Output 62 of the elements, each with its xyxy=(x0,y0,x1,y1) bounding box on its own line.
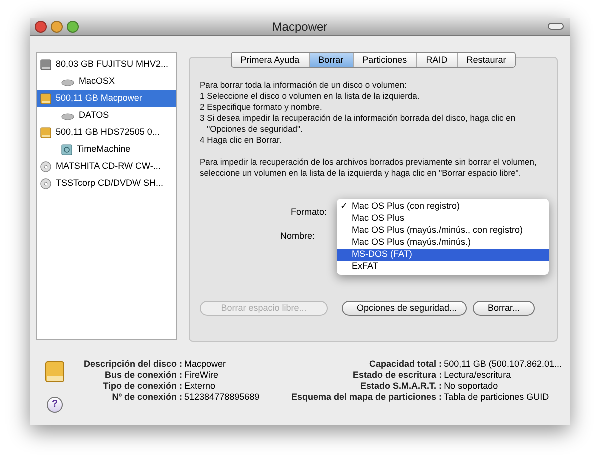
format-label: Formato: xyxy=(290,206,327,219)
close-button[interactable] xyxy=(35,20,47,32)
sidebar-item[interactable]: MacOSX xyxy=(37,73,176,90)
help-button[interactable]: ? xyxy=(47,397,63,413)
time-machine-icon xyxy=(61,144,73,156)
sidebar-item[interactable]: TSSTcorp CD/DVDW SH... xyxy=(37,175,176,192)
toolbar-toggle-button[interactable] xyxy=(548,23,564,30)
optical-disc-icon xyxy=(40,160,52,172)
tab[interactable]: Primera Ayuda xyxy=(232,53,310,67)
info-label: Capacidad total : xyxy=(368,359,442,370)
sidebar-item[interactable]: 500,11 GB Macpower xyxy=(37,90,176,107)
sidebar-item[interactable]: 80,03 GB FUJITSU MHV2... xyxy=(37,56,176,73)
name-label: Nombre: xyxy=(279,230,315,242)
menu-item[interactable]: Mac OS Plus (mayús./minús., con registro) xyxy=(337,225,549,237)
info-value: No soportado xyxy=(444,381,500,392)
info-value: Macpower xyxy=(184,359,228,370)
tab[interactable]: Particiones xyxy=(354,53,418,67)
volume-icon xyxy=(61,76,75,86)
info-value: FireWire xyxy=(184,370,220,381)
info-label: Descripción del disco : xyxy=(84,359,183,370)
menu-item[interactable]: MS-DOS (FAT) xyxy=(337,249,549,261)
sidebar-item[interactable]: TimeMachine xyxy=(37,141,176,158)
note-paragraph: Para impedir la recuperación de los archivos borrados previamente sin borrar el volumen, seleccione un volumen en la lista de la izquierda y haga clic en "Borrar espacio libre". xyxy=(200,157,538,179)
external-drive-icon xyxy=(45,361,65,383)
zoom-button[interactable] xyxy=(67,20,79,32)
info-label: Nº de conexión : xyxy=(111,392,183,403)
info-value: Externo xyxy=(184,381,217,392)
instruction-line: 4 Haga clic en Borrar. xyxy=(200,135,283,146)
sidebar-item[interactable]: 500,11 GB HDS72505 0... xyxy=(37,124,176,141)
instruction-line: Para borrar toda la información de un disco o volumen: xyxy=(200,80,408,91)
info-value: 512384778895689 xyxy=(184,392,260,403)
info-label: Estado S.M.A.R.T. : xyxy=(360,381,442,392)
info-label: Bus de conexión : xyxy=(104,370,183,381)
window-title: Macpower xyxy=(271,18,329,36)
instruction-line: 1 Seleccione el disco o volumen en la lista de la izquierda. xyxy=(200,91,421,102)
optical-disc-icon xyxy=(40,178,52,190)
info-value: Lectura/escritura xyxy=(444,370,512,381)
menu-item[interactable]: ExFAT xyxy=(337,261,549,273)
tab[interactable]: Borrar xyxy=(310,53,354,67)
info-label: Tipo de conexión : xyxy=(102,381,183,392)
minimize-button[interactable] xyxy=(51,20,63,32)
info-value: 500,11 GB (500.107.862.01... xyxy=(444,359,562,370)
volume-icon xyxy=(61,110,75,120)
external-drive-icon xyxy=(40,126,52,138)
instruction-line: 2 Especifique formato y nombre. xyxy=(200,102,324,113)
info-label: Esquema del mapa de particiones : xyxy=(292,392,442,403)
tab[interactable]: RAID xyxy=(417,53,458,67)
info-label: Estado de escritura : xyxy=(352,370,442,381)
menu-item[interactable]: ✓ Mac OS Plus (con registro) xyxy=(337,201,549,213)
security-options-button[interactable]: Opciones de seguridad... xyxy=(342,301,467,316)
hard-drive-icon xyxy=(40,58,52,70)
sidebar-item[interactable]: DATOS xyxy=(37,107,176,124)
menu-item[interactable]: Mac OS Plus (mayús./minús.) xyxy=(337,237,549,249)
external-drive-icon xyxy=(40,92,52,104)
info-value: Tabla de particiones GUID xyxy=(444,392,550,403)
tab[interactable]: Restaurar xyxy=(458,53,516,67)
sidebar-item[interactable]: MATSHITA CD-RW CW-... xyxy=(37,158,176,175)
checkmark-icon: ✓ xyxy=(340,200,348,214)
menu-item[interactable]: Mac OS Plus xyxy=(337,213,549,225)
instruction-line: 3 Si desea impedir la recuperación de la información borrada del disco, haga clic en xyxy=(200,113,517,124)
erase-button[interactable]: Borrar... xyxy=(473,301,536,316)
instruction-line: "Opciones de seguridad". xyxy=(206,124,304,135)
